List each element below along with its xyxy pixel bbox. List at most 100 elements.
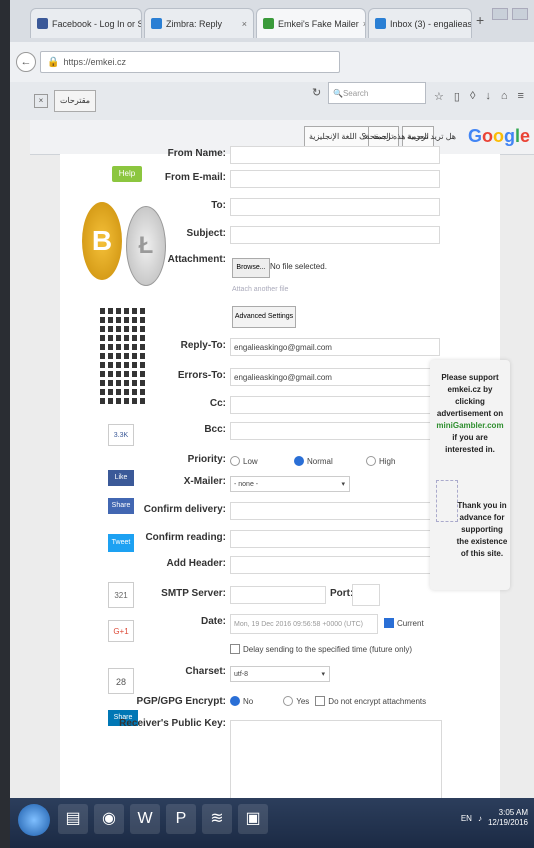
close-window-icon[interactable]	[512, 8, 528, 20]
search-icon: 🔍	[333, 88, 343, 98]
language-indicator[interactable]: EN	[461, 814, 472, 823]
back-icon[interactable]: ←	[16, 52, 36, 72]
facebook-share-button[interactable]: Share	[108, 498, 134, 514]
port-label: Port:	[330, 588, 354, 599]
photos-icon[interactable]: ▣	[238, 804, 268, 834]
reload-icon[interactable]: ↻	[312, 86, 321, 99]
advanced-settings-button[interactable]: Advanced Settings	[232, 306, 296, 328]
charset-select[interactable]: utf-8 ▾	[230, 666, 330, 682]
support-line: Please support emkei.cz by clicking adve…	[436, 373, 504, 418]
support-ad-box: Please support emkei.cz by clicking adve…	[430, 360, 510, 590]
word-icon[interactable]: W	[130, 804, 160, 834]
address-text: https://emkei.cz	[63, 57, 126, 67]
thanks-text: Thank you in advance for supporting the …	[456, 501, 508, 558]
close-icon[interactable]: ×	[34, 94, 48, 108]
menu-icon[interactable]: ≡	[518, 90, 524, 103]
help-button[interactable]: Help	[112, 166, 142, 182]
priority-normal-label: Normal	[307, 456, 333, 466]
priority-high-label: High	[379, 456, 396, 466]
smtp-input[interactable]	[230, 586, 326, 604]
bcc-input[interactable]	[230, 422, 440, 440]
minimize-icon[interactable]	[492, 8, 508, 20]
pocket-icon[interactable]: ◊	[470, 90, 475, 103]
window-controls	[492, 8, 528, 20]
bcc-row: Bcc:	[144, 420, 444, 444]
priority-high[interactable]: High	[366, 456, 395, 466]
confirm-delivery-input[interactable]	[230, 502, 440, 520]
pgp-label: PGP/GPG Encrypt:	[136, 696, 226, 707]
checkbox-checked-icon	[384, 618, 394, 628]
current-checkbox[interactable]: Current	[384, 618, 424, 628]
pgp-yes[interactable]: Yes	[283, 696, 309, 706]
browse-button[interactable]: Browse...	[232, 258, 270, 278]
explorer-icon[interactable]: ▤	[58, 804, 88, 834]
address-input[interactable]: 🔒 https://emkei.cz	[40, 51, 340, 73]
google-plus-button[interactable]: G+1	[108, 620, 134, 642]
date-label: Date:	[200, 616, 226, 627]
start-button[interactable]	[18, 804, 50, 836]
download-icon[interactable]: ↓	[485, 90, 491, 103]
tab-inbox[interactable]: Inbox (3) - engalieasking... ×	[368, 8, 472, 38]
system-tray: EN ♪ 3:05 AM 12/19/2016	[461, 808, 528, 828]
add-header-input[interactable]	[230, 556, 440, 574]
lock-icon: 🔒	[47, 56, 60, 68]
priority-normal[interactable]: Normal	[294, 456, 333, 466]
attach-another-link[interactable]: Attach another file	[232, 286, 288, 293]
from-email-label: From E-mail:	[164, 172, 226, 183]
firefox-icon[interactable]: ◉	[94, 804, 124, 834]
pubkey-textarea[interactable]	[230, 720, 442, 800]
smtp-label: SMTP Server:	[161, 588, 226, 599]
reply-to-row: Reply-To: engalieaskingo@gmail.com	[144, 336, 444, 360]
facebook-like-button[interactable]: Like	[108, 470, 134, 486]
priority-low[interactable]: Low	[230, 456, 258, 466]
clock[interactable]: 3:05 AM 12/19/2016	[488, 808, 528, 828]
confirm-reading-label: Confirm reading:	[145, 532, 226, 543]
star-icon[interactable]: ☆	[434, 90, 444, 103]
volume-icon[interactable]: ♪	[478, 814, 482, 823]
port-input[interactable]	[352, 584, 380, 606]
ad-placeholder[interactable]	[436, 480, 458, 522]
chevron-down-icon: ▾	[341, 481, 345, 488]
wifi-icon[interactable]: ≋	[202, 804, 232, 834]
xmailer-select[interactable]: - none - ▾	[230, 476, 350, 492]
tab-fake-mailer[interactable]: Emkei's Fake Mailer ×	[256, 8, 366, 38]
subject-input[interactable]	[230, 226, 440, 244]
tab-label: Zimbra: Reply	[166, 18, 223, 29]
radio-icon	[230, 456, 240, 466]
tab-facebook[interactable]: Facebook - Log In or Sign... ×	[30, 8, 142, 38]
powerpoint-icon[interactable]: P	[166, 804, 196, 834]
clipboard-icon[interactable]: ▯	[454, 90, 460, 103]
tweet-button[interactable]: Tweet	[108, 534, 134, 552]
pgp-no[interactable]: No	[230, 696, 253, 706]
search-input[interactable]: 🔍 Search	[328, 82, 426, 104]
confirm-reading-input[interactable]	[230, 530, 440, 548]
reply-to-input[interactable]: engalieaskingo@gmail.com	[230, 338, 440, 356]
share-count-28: 28	[108, 668, 134, 694]
ad-link[interactable]: miniGambler.com	[436, 421, 503, 430]
close-icon[interactable]: ×	[363, 19, 365, 29]
date-input[interactable]: Mon, 19 Dec 2016 09:56:58 +0000 (UTC)	[230, 614, 378, 634]
close-icon[interactable]: ×	[242, 19, 247, 29]
home-icon[interactable]: ⌂	[501, 90, 508, 103]
from-email-input[interactable]	[230, 170, 440, 188]
delay-checkbox[interactable]: Delay sending to the specified time (fut…	[230, 644, 412, 654]
cc-input[interactable]	[230, 396, 440, 414]
add-header-row: Add Header:	[144, 554, 444, 578]
tab-zimbra[interactable]: Zimbra: Reply ×	[144, 8, 254, 38]
tab-label: Facebook - Log In or Sign...	[52, 18, 141, 29]
bookmarks-button[interactable]: مقترحات	[54, 90, 96, 112]
bitcoin-icon[interactable]: B	[82, 202, 122, 280]
from-name-row: From Name:	[144, 144, 444, 168]
toolbar-icons: ☆ ▯ ◊ ↓ ⌂ ≡	[434, 90, 524, 103]
support-text: Please support emkei.cz by clicking adve…	[434, 372, 506, 456]
priority-label: Priority:	[187, 454, 226, 465]
no-encrypt-attachments[interactable]: Do not encrypt attachments	[315, 696, 426, 706]
pgp-yes-label: Yes	[296, 696, 310, 706]
current-label: Current	[397, 618, 424, 628]
errors-to-input[interactable]: engalieaskingo@gmail.com	[230, 368, 440, 386]
subject-row: Subject:	[144, 224, 444, 248]
smtp-row: SMTP Server:	[144, 584, 444, 608]
from-name-input[interactable]	[230, 146, 440, 164]
new-tab-icon[interactable]: +	[476, 12, 484, 28]
to-input[interactable]	[230, 198, 440, 216]
